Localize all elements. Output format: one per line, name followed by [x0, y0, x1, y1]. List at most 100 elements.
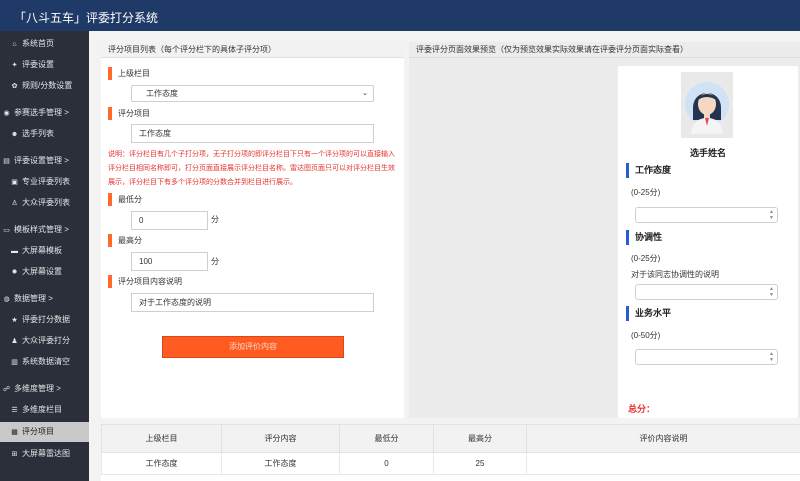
min-score-input[interactable]: 0	[131, 211, 208, 230]
sidebar-item-label: 大众评委列表	[22, 198, 70, 207]
home-icon: ⌂	[12, 41, 17, 48]
score-item-form-panel: 评分项目列表（每个评分栏下的具体子评分项） 上级栏目 工作态度 ⌄ 评分项目 工…	[101, 42, 404, 418]
gear-icon: ✦	[11, 62, 18, 69]
section-title-coordination: 协调性	[626, 230, 662, 245]
section-range-business: (0-50分)	[631, 331, 661, 340]
column-header: 评分内容	[221, 424, 340, 453]
sidebar-item-judge-settings[interactable]: ✦ 评委设置	[0, 55, 89, 75]
max-score-label: 最高分	[108, 234, 142, 247]
person-icon: ♙	[11, 200, 18, 207]
table-icon: ▦	[11, 429, 18, 436]
min-score-label: 最低分	[108, 193, 142, 206]
spinner-icon: ▲ ▼	[769, 209, 774, 221]
rules-icon: ✿	[11, 83, 18, 90]
spinner-icon: ▲ ▼	[769, 286, 774, 298]
sidebar-item-label: 规则/分数设置	[22, 81, 73, 90]
sidebar-item-pro-judges[interactable]: ▣ 专业评委列表	[0, 172, 89, 192]
column-header: 评价内容说明	[526, 424, 800, 453]
trash-icon: ▥	[11, 359, 18, 366]
sidebar-group-dimensions[interactable]: ☍ 多维度管理 >	[0, 379, 89, 399]
sidebar-item-score-items[interactable]: ▦ 评分项目	[0, 422, 89, 442]
attitude-score-input[interactable]: ▲ ▼	[635, 207, 778, 223]
sidebar-item-label: 评委设置	[22, 60, 54, 69]
sidebar-item-judge-score-data[interactable]: ★ 评委打分数据	[0, 310, 89, 330]
parent-column-value: 工作态度	[146, 89, 178, 98]
section-range-attitude: (0-25分)	[631, 188, 661, 197]
max-score-input[interactable]: 100	[131, 252, 208, 271]
sidebar-item-radar-chart[interactable]: ⊞ 大屏幕雷达图	[0, 444, 89, 464]
thumb-icon: ♟	[11, 338, 18, 345]
form-panel-header: 评分项目列表（每个评分栏下的具体子评分项）	[101, 42, 404, 58]
spinner-icon: ▲ ▼	[769, 351, 774, 363]
section-title-business: 业务水平	[626, 306, 671, 321]
group-icon: ☍	[2, 386, 11, 393]
sidebar-item-public-scoring[interactable]: ♟ 大众评委打分	[0, 331, 89, 351]
section-title-attitude: 工作态度	[626, 163, 671, 178]
chevron-down-icon: ⌄	[362, 90, 368, 97]
sidebar-item-dimension-columns[interactable]: ☰ 多维度栏目	[0, 400, 89, 420]
form-note: 说明：评分栏目有几个子打分项，无子打分项的即评分栏目下只有一个评分项的可以直接输…	[108, 151, 395, 186]
total-score-label: 总分：	[628, 404, 656, 414]
sidebar-item-label: 模板样式管理 >	[14, 225, 69, 234]
sidebar-item-label: 选手列表	[22, 129, 54, 138]
sidebar-item-label: 参赛选手管理 >	[14, 108, 69, 117]
sidebar-item-label: 大屏幕雷达图	[22, 449, 70, 458]
sidebar-item-label: 评分项目	[22, 427, 54, 436]
item-description-input[interactable]: 对于工作态度的说明	[131, 293, 374, 312]
gear-icon: ✹	[11, 269, 18, 276]
phone-preview: 选手姓名 工作态度 (0-25分) ▲ ▼ 协调性 (0-25分) 对于该同志协调…	[618, 66, 798, 418]
table-cell: 工作态度	[101, 452, 222, 475]
sidebar-item-label: 多维度栏目	[22, 405, 62, 414]
user-circle-icon: ◉	[3, 110, 10, 117]
sidebar-group-templates[interactable]: ▭ 模板样式管理 >	[0, 220, 89, 240]
sidebar-item-screen-template[interactable]: ▬ 大屏幕模板	[0, 241, 89, 261]
column-header: 最低分	[339, 424, 434, 453]
sidebar-group-data[interactable]: ◍ 数据管理 >	[0, 289, 89, 309]
business-score-input[interactable]: ▲ ▼	[635, 349, 778, 365]
sidebar-item-rules[interactable]: ✿ 规则/分数设置	[0, 76, 89, 96]
sidebar-item-home[interactable]: ⌂ 系统首页	[0, 34, 89, 54]
top-bar: 「八斗五车」评委打分系统	[0, 0, 800, 31]
table-row[interactable]: 工作态度 工作态度 0 25	[101, 452, 800, 475]
sidebar-group-contestants[interactable]: ◉ 参赛选手管理 >	[0, 103, 89, 123]
window-icon: ▭	[3, 227, 10, 234]
sidebar: ⌂ 系统首页 ✦ 评委设置 ✿ 规则/分数设置 ◉ 参赛选手管理 > ☻ 选手列表 ▤ 评委…	[0, 31, 89, 481]
add-evaluation-button[interactable]: 添加评价内容	[162, 336, 344, 358]
sidebar-item-label: 专业评委列表	[22, 177, 70, 186]
sidebar-item-label: 系统首页	[22, 39, 54, 48]
table-header-row: 上级栏目 评分内容 最低分 最高分 评价内容说明	[101, 424, 800, 453]
parent-column-label: 上级栏目	[108, 67, 150, 80]
table-cell: 0	[339, 452, 434, 475]
card-icon: ▤	[3, 158, 10, 165]
max-score-unit: 分	[211, 257, 219, 266]
preview-panel-header: 评委评分页面效果预览（仅为预览效果实际效果请在评委评分页面实际查看）	[409, 42, 800, 58]
parent-column-select[interactable]: 工作态度 ⌄	[131, 85, 374, 102]
sidebar-item-label: 大屏幕设置	[22, 267, 62, 276]
sidebar-item-label: 评委打分数据	[22, 315, 70, 324]
sidebar-item-label: 大屏幕模板	[22, 246, 62, 255]
sidebar-item-label: 大众评委打分	[22, 336, 70, 345]
users-icon: ☻	[10, 131, 19, 138]
player-name: 选手姓名	[689, 148, 726, 158]
table-cell: 25	[433, 452, 527, 475]
id-card-icon: ▣	[11, 179, 18, 186]
avatar	[681, 72, 733, 138]
table-cell: 工作态度	[221, 452, 340, 475]
sidebar-item-public-judges[interactable]: ♙ 大众评委列表	[0, 193, 89, 213]
sidebar-item-label: 数据管理 >	[14, 294, 53, 303]
sidebar-item-label: 多维度管理 >	[14, 384, 61, 393]
sidebar-item-contestant-list[interactable]: ☻ 选手列表	[0, 124, 89, 144]
coordination-score-input[interactable]: ▲ ▼	[635, 284, 778, 300]
section-desc-coordination: 对于该同志协调性的说明	[631, 270, 719, 279]
avatar-icon	[685, 82, 729, 134]
score-item-input[interactable]: 工作态度	[131, 124, 374, 143]
grid-icon: ⊞	[11, 451, 18, 458]
min-score-unit: 分	[211, 215, 219, 224]
sidebar-group-judges[interactable]: ▤ 评委设置管理 >	[0, 151, 89, 171]
table-cell	[526, 452, 800, 475]
monitor-icon: ▬	[11, 248, 18, 255]
column-header: 最高分	[433, 424, 527, 453]
column-header: 上级栏目	[101, 424, 222, 453]
sidebar-item-clear-data[interactable]: ▥ 系统数据清空	[0, 352, 89, 372]
sidebar-item-screen-settings[interactable]: ✹ 大屏幕设置	[0, 262, 89, 282]
